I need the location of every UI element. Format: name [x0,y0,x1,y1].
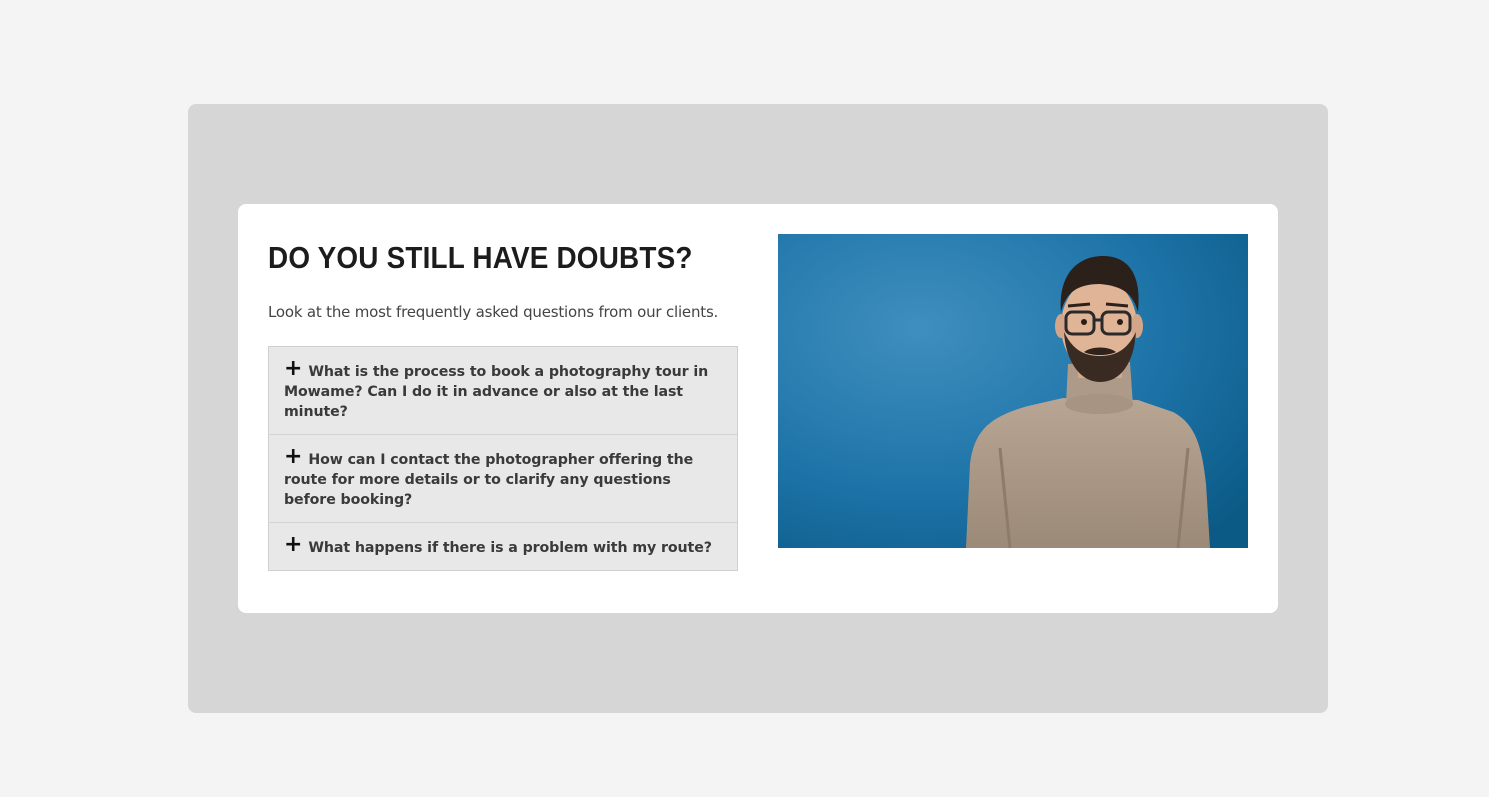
section-title: DO YOU STILL HAVE DOUBTS? [268,240,693,275]
plus-icon: + [284,532,303,557]
faq-item-contact[interactable]: + How can I contact the photographer offe… [269,435,737,523]
faq-question-text: How can I contact the photographer offer… [284,452,694,508]
faq-question-text: What is the process to book a photograph… [284,364,709,420]
faq-question: + How can I contact the photographer offe… [284,444,722,510]
section-subtitle: Look at the most frequently asked questi… [268,303,719,321]
faq-item-booking[interactable]: + What is the process to book a photograp… [269,347,737,435]
section-wrapper: DO YOU STILL HAVE DOUBTS? Look at the mo… [188,104,1328,713]
faq-item-problem[interactable]: + What happens if there is a problem with… [269,523,737,570]
faq-column: DO YOU STILL HAVE DOUBTS? Look at the mo… [268,234,738,571]
faq-question: + What is the process to book a photograp… [284,356,722,422]
man-photo-illustration [778,234,1248,548]
plus-icon: + [284,444,303,469]
faq-accordion: + What is the process to book a photograp… [268,346,738,571]
plus-icon: + [284,356,303,381]
faq-question-text: What happens if there is a problem with … [308,540,712,556]
faq-card: DO YOU STILL HAVE DOUBTS? Look at the mo… [238,204,1278,613]
faq-question: + What happens if there is a problem with… [284,532,722,558]
faq-photo [778,234,1248,548]
